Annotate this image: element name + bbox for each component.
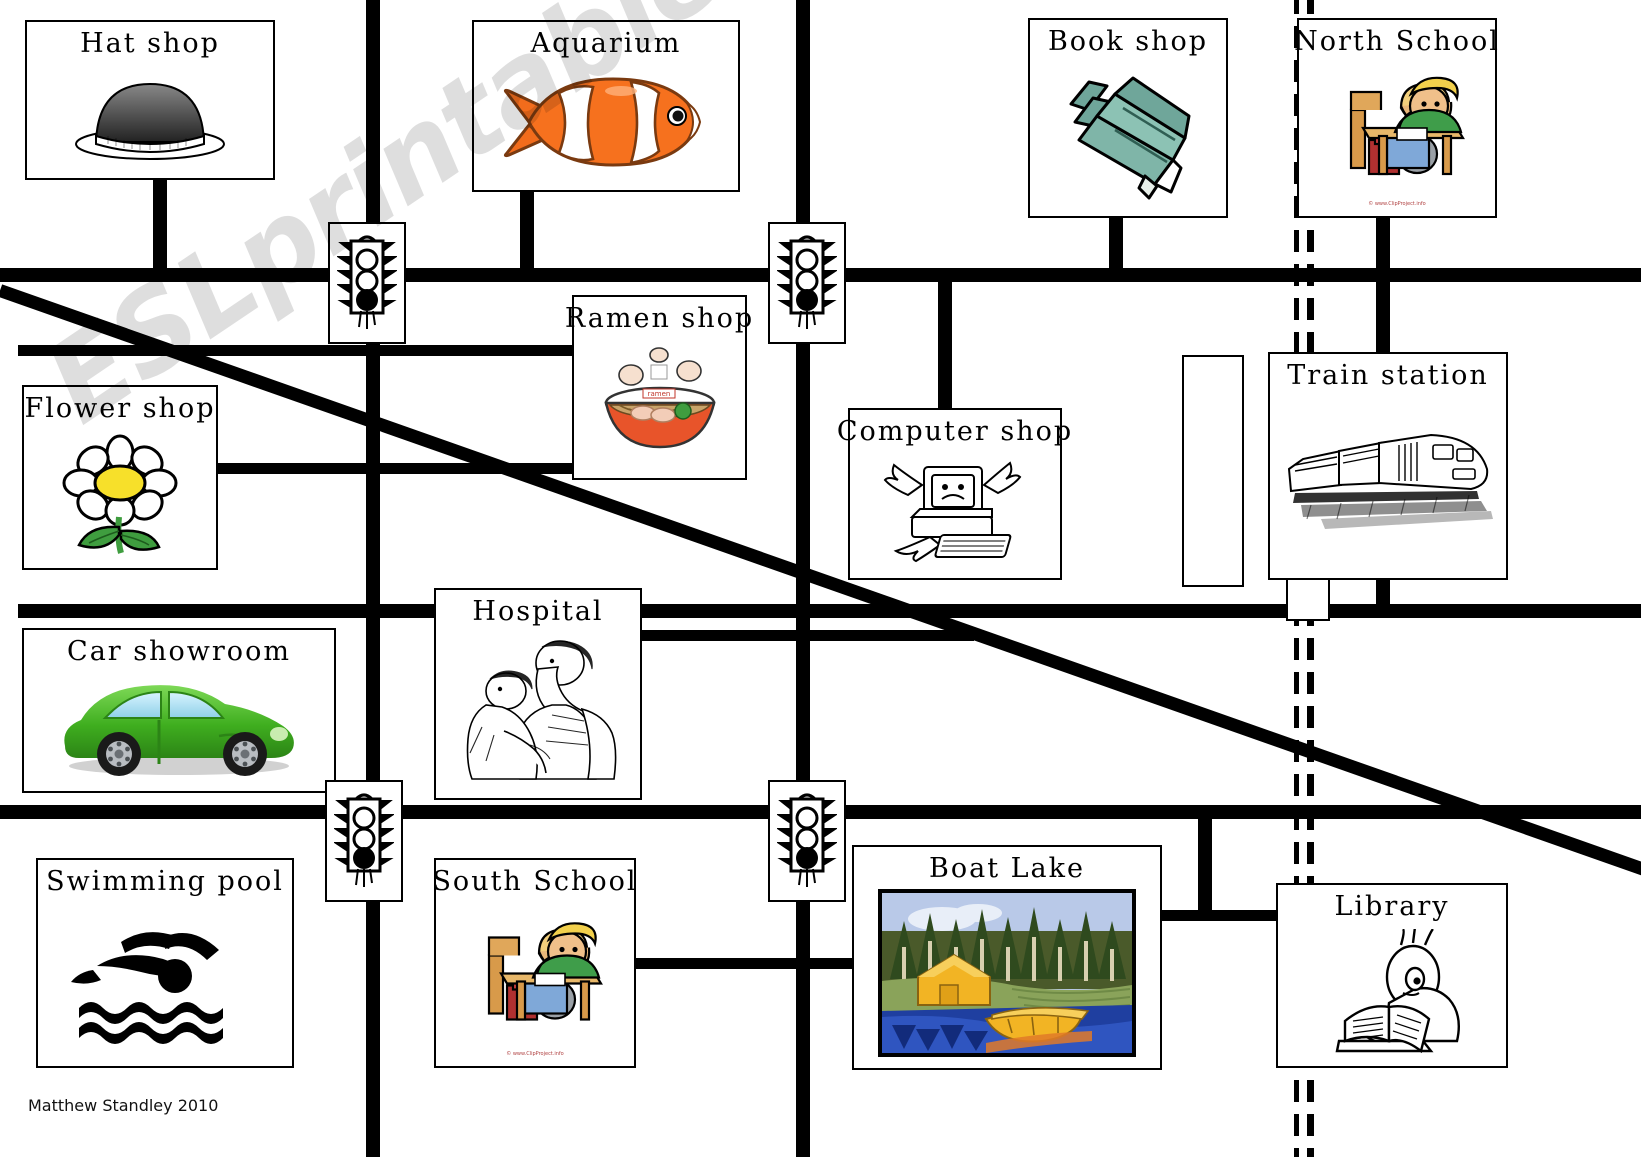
place-card-book-shop[interactable]: Book shop <box>1028 18 1228 218</box>
traffic-light-southeast[interactable] <box>768 780 846 902</box>
place-card-aquarium[interactable]: Aquarium <box>472 20 740 192</box>
road-v-book <box>1109 215 1123 277</box>
place-label-north-school: North School <box>1294 26 1500 57</box>
road-v-main-left <box>366 0 380 1157</box>
town-map: Hat shop Aquarium Book shop North School… <box>0 0 1641 1157</box>
place-card-flower-shop[interactable]: Flower shop <box>22 385 218 570</box>
traffic-light-icon <box>337 235 397 329</box>
place-label-hospital: Hospital <box>472 596 604 627</box>
green-car-icon <box>64 684 294 776</box>
traffic-light-icon <box>777 793 837 887</box>
place-label-hat-shop: Hat shop <box>80 28 220 59</box>
place-card-computer-shop[interactable]: Computer shop <box>837 408 1071 580</box>
bowler-hat-icon <box>75 82 225 160</box>
place-card-library[interactable]: Library <box>1276 883 1508 1068</box>
svg-text:ramen: ramen <box>647 390 670 398</box>
place-label-car-showroom: Car showroom <box>67 636 291 667</box>
road-h-south <box>630 958 856 969</box>
place-art-ramen-shop: ramen <box>582 336 737 470</box>
station-platform-left <box>1182 355 1244 587</box>
place-label-south-school: South School <box>432 866 638 897</box>
clipart-credit-north-school: © www.ClipProject.info <box>1368 201 1426 207</box>
place-art-train-station <box>1278 393 1498 570</box>
road-v-boat <box>1198 805 1212 917</box>
place-card-north-school[interactable]: North School © www.ClipProject.info <box>1294 18 1500 218</box>
doctor-patient-icon <box>466 639 616 780</box>
bullet-train-icon <box>1287 433 1493 529</box>
place-art-aquarium <box>482 61 730 182</box>
place-art-library <box>1286 924 1498 1058</box>
swimmer-icon <box>70 931 223 1044</box>
pupil-at-desk-icon <box>487 921 603 1021</box>
place-label-swimming-pool: Swimming pool <box>46 866 284 897</box>
place-art-computer-shop <box>858 449 1052 570</box>
place-card-south-school[interactable]: South School © www.ClipProject.info <box>432 858 638 1068</box>
traffic-light-icon <box>334 793 394 887</box>
place-label-book-shop: Book shop <box>1047 26 1209 57</box>
place-art-boat-lake <box>862 886 1152 1060</box>
road-v-computer <box>938 275 952 417</box>
green-book-icon <box>1069 76 1191 200</box>
place-card-train-station[interactable]: Train station <box>1268 352 1508 580</box>
place-label-boat-lake: Boat Lake <box>929 853 1085 884</box>
place-art-swimming-pool <box>46 899 284 1058</box>
place-card-hat-shop[interactable]: Hat shop <box>25 20 275 180</box>
pupil-at-desk-icon <box>1349 76 1465 176</box>
place-card-boat-lake[interactable]: Boat Lake <box>852 845 1162 1070</box>
place-card-car-showroom[interactable]: Car showroom <box>22 628 336 793</box>
place-label-flower-shop: Flower shop <box>24 393 216 424</box>
traffic-light-icon <box>777 235 837 329</box>
place-art-south-school: © www.ClipProject.info <box>444 899 626 1058</box>
place-art-car-showroom <box>32 669 326 783</box>
author-credit: Matthew Standley 2010 <box>28 1096 219 1115</box>
place-label-library: Library <box>1334 891 1450 922</box>
road-v-aquarium <box>520 190 534 276</box>
road-h-flower <box>213 463 611 474</box>
road-h-third <box>18 604 1641 618</box>
traffic-light-northwest[interactable] <box>328 222 406 344</box>
place-art-book-shop <box>1038 59 1218 208</box>
place-art-hat-shop <box>35 61 265 170</box>
road-h-second <box>18 345 652 356</box>
traffic-light-northeast[interactable] <box>768 222 846 344</box>
reading-person-icon <box>1335 928 1460 1053</box>
place-label-computer-shop: Computer shop <box>836 416 1074 447</box>
daisy-flower-icon <box>62 434 178 554</box>
place-card-ramen-shop[interactable]: Ramen shop ramen <box>565 295 752 480</box>
computer-icon <box>883 460 1021 562</box>
traffic-light-southwest[interactable] <box>325 780 403 902</box>
place-label-aquarium: Aquarium <box>530 28 682 59</box>
place-art-hospital <box>444 629 632 790</box>
place-art-north-school: © www.ClipProject.info <box>1307 59 1487 208</box>
lake-canoe-icon <box>878 889 1136 1058</box>
clownfish-icon <box>503 77 702 167</box>
place-card-swimming-pool[interactable]: Swimming pool <box>36 858 294 1068</box>
place-art-flower-shop <box>32 426 208 560</box>
road-v-hat <box>153 178 167 274</box>
ramen-bowl-icon: ramen <box>603 346 716 448</box>
place-label-ramen-shop: Ramen shop <box>564 303 755 334</box>
clipart-credit-south-school: © www.ClipProject.info <box>506 1051 564 1057</box>
place-label-train-station: Train station <box>1287 360 1489 391</box>
place-card-hospital[interactable]: Hospital <box>434 588 642 800</box>
